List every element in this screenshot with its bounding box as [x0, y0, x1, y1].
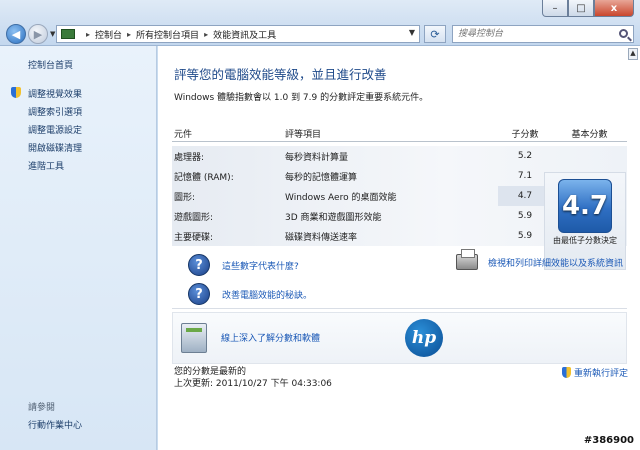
row-component: 遊戲圖形: — [174, 212, 214, 223]
row-rating: 磁碟資料傳送速率 — [285, 232, 358, 243]
sidebar: 控制台首頁 調整視覺效果 調整索引選項 調整電源設定 開啟磁碟清理 進階工具 請… — [0, 46, 157, 450]
sidebar-item-label: 調整電源設定 — [28, 125, 83, 136]
window-titlebar: – □ x ◀ ▶ ▼ ▸ 控制台 ▸ 所有控制台項目 ▸ 效能資訊及工具 ▼ … — [0, 0, 640, 46]
sidebar-item-label: 調整視覺效果 — [28, 89, 83, 100]
printer-icon — [456, 249, 478, 270]
rerun-assessment-link[interactable]: 重新執行評定 — [574, 366, 628, 379]
rerun-assessment-row: 重新執行評定 — [562, 366, 628, 379]
table-row: 處理器: 每秒資料計算量 5.2 — [172, 146, 627, 166]
sidebar-item-indexing[interactable]: 調整索引選項 — [28, 102, 82, 120]
header-base-score: 基本分數 — [571, 130, 608, 140]
sidebar-home-link[interactable]: 控制台首頁 — [28, 58, 73, 71]
breadcrumb-separator: ▸ — [204, 29, 209, 39]
score-table-body: 處理器: 每秒資料計算量 5.2 記憶體 (RAM): 每秒的記憶體運算 7.1… — [172, 146, 627, 270]
hp-logo: hp — [405, 319, 443, 357]
recent-pages-dropdown-icon[interactable]: ▼ — [50, 30, 55, 38]
sidebar-item-disk-cleanup[interactable]: 開啟磁碟清理 — [28, 138, 82, 156]
row-component: 處理器: — [174, 152, 205, 163]
image-watermark: #386900 — [583, 435, 634, 446]
breadcrumb-performance[interactable]: 效能資訊及工具 — [213, 28, 276, 41]
row-rating: Windows Aero 的桌面效能 — [285, 192, 397, 203]
address-dropdown-icon[interactable]: ▼ — [409, 28, 415, 37]
action-center-link[interactable]: 行動作業中心 — [28, 418, 82, 431]
uac-shield-icon — [11, 87, 21, 98]
print-details-link[interactable]: 檢視和列印詳細效能以及系統資訊 — [488, 256, 623, 269]
main-content: ▲ 評等您的電腦效能等級，並且進行改善 Windows 體驗指數會以 1.0 到… — [158, 46, 640, 450]
see-also-heading: 請參閱 — [28, 403, 56, 413]
row-component: 記憶體 (RAM): — [174, 172, 234, 183]
base-score-badge: 4.7 — [558, 179, 612, 233]
row-component: 圖形: — [174, 192, 196, 203]
scroll-up-icon[interactable]: ▲ — [628, 48, 638, 60]
back-button[interactable]: ◀ — [6, 24, 26, 44]
search-box[interactable] — [452, 25, 634, 43]
sidebar-task-list: 調整視覺效果 調整索引選項 調整電源設定 開啟磁碟清理 進階工具 — [11, 84, 83, 174]
what-numbers-mean-link[interactable]: 這些數字代表什麼? — [222, 259, 299, 272]
address-bar[interactable]: ▸ 控制台 ▸ 所有控制台項目 ▸ 效能資訊及工具 ▼ — [56, 25, 420, 43]
row-rating: 每秒的記憶體運算 — [285, 172, 358, 183]
help-question-icon: ? — [188, 254, 210, 276]
refresh-button[interactable]: ⟳ — [424, 25, 446, 43]
print-details-row: 檢視和列印詳細效能以及系統資訊 — [456, 249, 623, 270]
refresh-icon: ⟳ — [430, 27, 440, 41]
header-subscore: 子分數 — [511, 130, 539, 140]
sidebar-item-advanced-tools[interactable]: 進階工具 — [28, 156, 82, 174]
score-status-text: 您的分數是最新的 — [174, 367, 247, 377]
search-icon[interactable] — [619, 29, 628, 38]
breadcrumb-separator: ▸ — [127, 29, 132, 39]
row-rating: 3D 商業和遊戲圖形效能 — [285, 212, 382, 223]
breadcrumb: ▸ 控制台 ▸ 所有控制台項目 ▸ 效能資訊及工具 — [81, 28, 276, 41]
learn-more-online-link[interactable]: 線上深入了解分數和軟體 — [221, 331, 320, 344]
help-links: ? 這些數字代表什麼? ? 改善電腦效能的秘訣。 — [188, 252, 312, 310]
base-score-note: 由最低子分數決定 — [553, 236, 617, 245]
page-description: Windows 體驗指數會以 1.0 到 7.9 的分數評定重要系統元件。 — [174, 93, 429, 103]
window-controls: – □ x — [542, 0, 634, 17]
sidebar-item-label: 開啟磁碟清理 — [28, 143, 83, 154]
section-divider — [172, 308, 627, 309]
search-input[interactable] — [453, 26, 608, 42]
maximize-button[interactable]: □ — [568, 0, 594, 17]
row-rating: 每秒資料計算量 — [285, 152, 349, 163]
breadcrumb-separator: ▸ — [86, 29, 91, 39]
score-table: 元件 評等項目 子分數 基本分數 處理器: 每秒資料計算量 5.2 記憶體 (R… — [172, 126, 627, 270]
sidebar-item-label: 調整索引選項 — [28, 107, 83, 118]
sidebar-item-visual-effects[interactable]: 調整視覺效果 — [11, 84, 83, 102]
sidebar-item-power[interactable]: 調整電源設定 — [28, 120, 82, 138]
control-panel-icon — [61, 29, 75, 39]
online-offer-panel: 線上深入了解分數和軟體 hp — [172, 312, 627, 364]
help-link-row: ? 改善電腦效能的秘訣。 — [188, 281, 312, 307]
breadcrumb-control-panel[interactable]: 控制台 — [95, 28, 122, 41]
last-updated-text: 上次更新: 2011/10/27 下午 04:33:06 — [174, 379, 332, 389]
page-title: 評等您的電腦效能等級，並且進行改善 — [174, 67, 387, 82]
header-component: 元件 — [174, 130, 193, 140]
sidebar-item-label: 進階工具 — [28, 161, 65, 172]
close-button[interactable]: x — [594, 0, 634, 17]
minimize-button[interactable]: – — [542, 0, 568, 17]
help-link-row: ? 這些數字代表什麼? — [188, 252, 312, 278]
row-component: 主要硬碟: — [174, 232, 214, 243]
breadcrumb-all-items[interactable]: 所有控制台項目 — [136, 28, 199, 41]
software-box-icon — [181, 323, 207, 353]
header-rating: 評等項目 — [285, 130, 322, 140]
score-status: 您的分數是最新的 上次更新: 2011/10/27 下午 04:33:06 — [174, 366, 332, 390]
row-subscore: 5.2 — [517, 151, 533, 161]
performance-tips-link[interactable]: 改善電腦效能的秘訣。 — [222, 288, 312, 301]
uac-shield-icon — [562, 367, 571, 378]
forward-button[interactable]: ▶ — [28, 24, 48, 44]
navigation-buttons: ◀ ▶ ▼ — [6, 24, 59, 44]
score-table-header: 元件 評等項目 子分數 基本分數 — [172, 126, 627, 142]
help-question-icon: ? — [188, 283, 210, 305]
